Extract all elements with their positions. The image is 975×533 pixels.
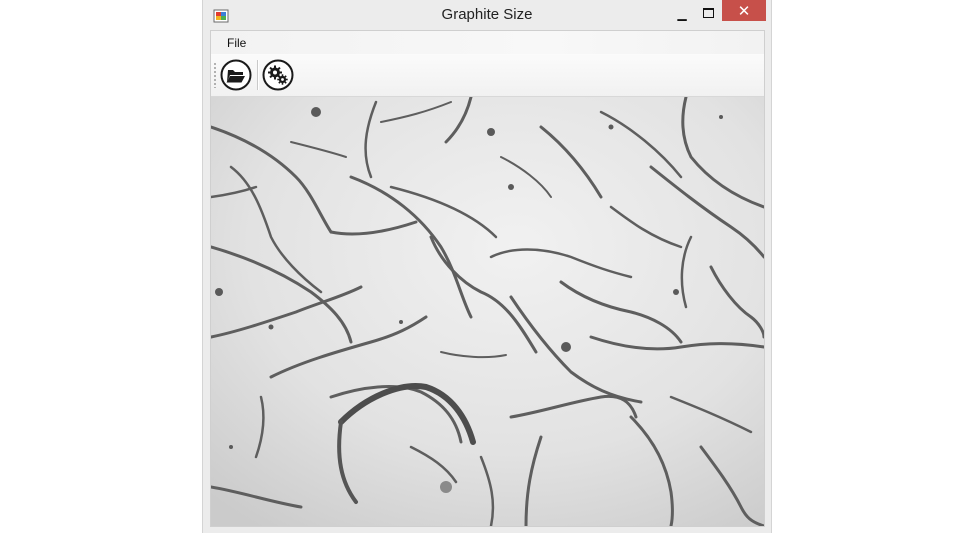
close-icon: ✕ — [737, 1, 751, 20]
folder-open-icon — [220, 59, 252, 91]
toolbar-separator — [257, 60, 259, 90]
maximize-icon — [702, 7, 714, 18]
open-file-button[interactable] — [220, 59, 252, 91]
title-bar[interactable]: Graphite Size ▁ ✕ — [203, 0, 771, 30]
client-area: File — [210, 30, 765, 527]
close-button[interactable]: ✕ — [722, 0, 766, 21]
menu-file[interactable]: File — [223, 36, 250, 50]
gears-icon — [262, 59, 294, 91]
settings-button[interactable] — [262, 59, 294, 91]
toolbar-grip[interactable] — [214, 62, 216, 88]
app-window: Graphite Size ▁ ✕ File — [202, 0, 772, 533]
graphite-micrograph — [211, 97, 764, 526]
minimize-button[interactable]: ▁ — [669, 3, 695, 24]
minimize-icon: ▁ — [677, 6, 687, 21]
maximize-button[interactable] — [695, 2, 721, 23]
menu-bar: File — [211, 31, 764, 54]
toolbar — [211, 54, 764, 97]
micrograph-image-view[interactable] — [211, 97, 764, 526]
